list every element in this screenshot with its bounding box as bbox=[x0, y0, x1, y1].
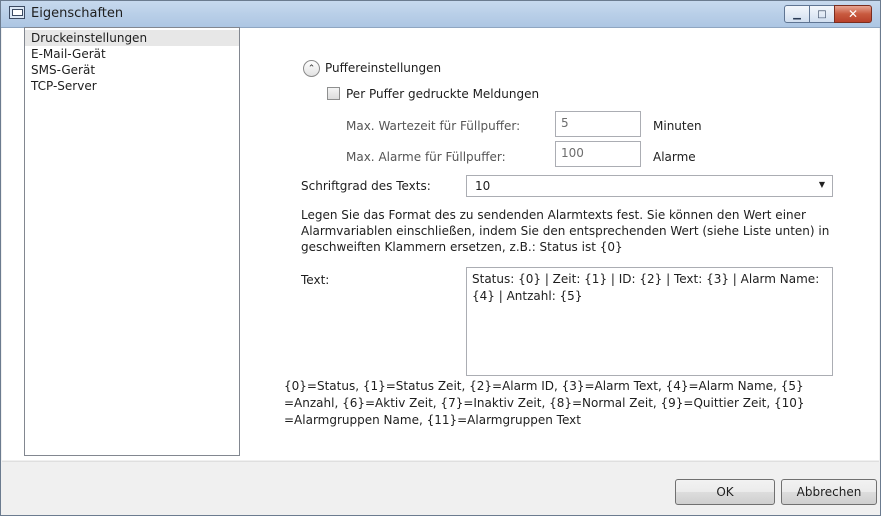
category-list[interactable]: Druckeinstellungen E-Mail-Gerät SMS-Gerä… bbox=[24, 27, 240, 456]
alarm-text-field[interactable]: Status: {0} | Zeit: {1} | ID: {2} | Text… bbox=[466, 267, 833, 376]
properties-dialog: Eigenschaften ▁ □ ✕ Druckeinstellungen E… bbox=[0, 0, 881, 516]
buffered-messages-checkbox[interactable] bbox=[327, 87, 340, 100]
nav-item-tcp-server[interactable]: TCP-Server bbox=[25, 78, 239, 94]
max-wait-input[interactable]: 5 bbox=[555, 111, 641, 137]
max-wait-label: Max. Wartezeit für Füllpuffer: bbox=[346, 119, 521, 133]
ok-button[interactable]: OK bbox=[675, 479, 775, 505]
nav-item-druckeinstellungen[interactable]: Druckeinstellungen bbox=[25, 30, 239, 46]
font-size-dropdown[interactable]: 10 ▼ bbox=[466, 175, 833, 197]
collapse-expander-icon[interactable]: ⌃ bbox=[303, 60, 320, 77]
format-description: Legen Sie das Format des zu sendenden Al… bbox=[301, 208, 830, 254]
close-icon[interactable]: ✕ bbox=[834, 5, 872, 23]
font-size-label: Schriftgrad des Texts: bbox=[301, 179, 431, 193]
cancel-button[interactable]: Abbrechen bbox=[781, 479, 877, 505]
font-size-value: 10 bbox=[475, 179, 491, 193]
title-bar[interactable]: Eigenschaften ▁ □ ✕ bbox=[1, 1, 880, 28]
buffered-messages-label[interactable]: Per Puffer gedruckte Meldungen bbox=[346, 87, 539, 101]
window-icon bbox=[9, 6, 25, 19]
window-title: Eigenschaften bbox=[31, 6, 124, 21]
nav-item-email-geraet[interactable]: E-Mail-Gerät bbox=[25, 46, 239, 62]
nav-item-sms-geraet[interactable]: SMS-Gerät bbox=[25, 62, 239, 78]
max-wait-unit: Minuten bbox=[653, 119, 702, 133]
buffer-section-title: Puffereinstellungen bbox=[325, 61, 442, 75]
chevron-down-icon[interactable]: ▼ bbox=[819, 180, 825, 189]
placeholder-legend: {0}=Status, {1}=Status Zeit, {2}=Alarm I… bbox=[284, 379, 805, 427]
max-alarms-label: Max. Alarme für Füllpuffer: bbox=[346, 150, 506, 164]
text-label: Text: bbox=[301, 273, 330, 287]
maximize-icon[interactable]: □ bbox=[809, 5, 835, 23]
max-alarms-input[interactable]: 100 bbox=[555, 141, 641, 167]
max-alarms-unit: Alarme bbox=[653, 150, 696, 164]
window-controls: ▁ □ ✕ bbox=[784, 5, 872, 23]
minimize-icon[interactable]: ▁ bbox=[784, 5, 810, 23]
button-bar: OK Abbrechen bbox=[2, 461, 879, 515]
